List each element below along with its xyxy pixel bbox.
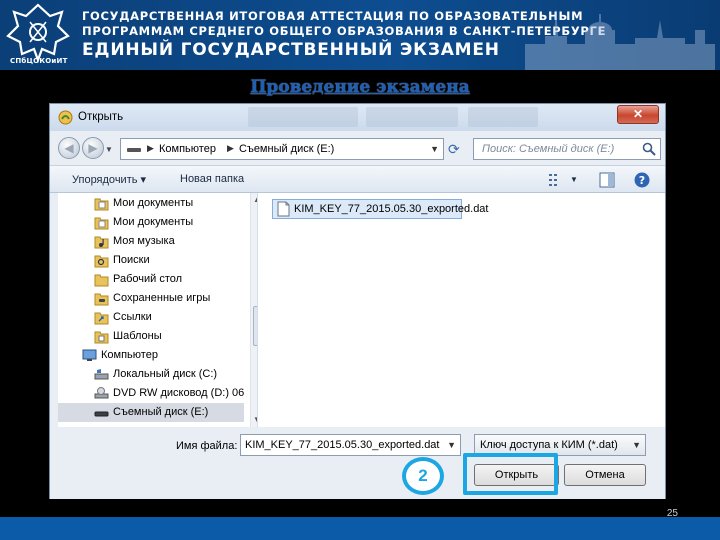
organize-button[interactable]: Упорядочить ▾ [72, 173, 146, 186]
navigation-scrollbar[interactable]: ▲ ▼ [250, 193, 257, 427]
folder-games-icon [94, 293, 109, 306]
new-folder-button[interactable]: Новая папка [180, 173, 244, 185]
tree-item-my-documents[interactable]: Мои документы [58, 194, 244, 213]
tree-item-local-disk-c[interactable]: Локальный диск (C:) [58, 365, 244, 384]
refresh-icon[interactable]: ⟳ [448, 141, 460, 158]
recent-pages-dropdown[interactable]: ▼ [105, 145, 113, 154]
dialog-titlebar[interactable]: Открыть ✕ [50, 104, 665, 131]
header-title: ЕДИНЫЙ ГОСУДАРСТВЕННЫЙ ЭКЗАМЕН [82, 40, 500, 60]
help-icon[interactable]: ? [633, 171, 651, 189]
tree-item-label: Шаблоны [113, 330, 162, 342]
forward-button[interactable]: ▶ [82, 137, 104, 159]
tree-item-searches[interactable]: Поиски [58, 251, 244, 270]
tree-item-label: Сохраненные игры [113, 292, 211, 304]
tree-item-label: Ссылки [113, 311, 152, 323]
computer-icon [82, 349, 97, 361]
back-button[interactable]: ◀ [58, 137, 80, 159]
tree-item-my-music[interactable]: Моя музыка [58, 232, 244, 251]
footer-bar [0, 517, 720, 540]
dvd-drive-icon [94, 387, 109, 399]
tree-item-label: DVD RW дисковод (D:) 060 [113, 387, 244, 399]
tree-item-dvd-drive-d[interactable]: DVD RW дисковод (D:) 060 [58, 384, 244, 403]
dialog-toolbar: Упорядочить ▾ Новая папка ▼ ? [50, 165, 665, 193]
tree-item-label: Локальный диск (C:) [113, 368, 218, 380]
logo-text: СПбЦОКОиИТ [10, 57, 68, 65]
svg-text:?: ? [639, 174, 645, 187]
tree-item-label: Мои документы [113, 197, 194, 209]
file-type-dropdown-icon[interactable]: ▼ [632, 440, 641, 450]
breadcrumb-separator-icon[interactable]: ▶ [147, 143, 154, 154]
breadcrumb-separator-icon[interactable]: ▶ [227, 143, 234, 154]
folder-icon [94, 274, 109, 287]
filename-value: KIM_KEY_77_2015.05.30_exported.dat [245, 439, 440, 451]
page-number: 25 [666, 508, 678, 519]
header-banner: СПбЦОКОиИТ ГОСУДАРСТВЕННАЯ ИТОГОВАЯ АТТЕ… [0, 0, 720, 70]
address-dropdown-icon[interactable]: ▼ [430, 144, 439, 154]
filename-label: Имя файла: [176, 440, 238, 452]
view-options-icon[interactable] [547, 171, 565, 189]
header-line-1: ГОСУДАРСТВЕННАЯ ИТОГОВАЯ АТТЕСТАЦИЯ ПО О… [82, 9, 584, 23]
navigation-pane: Мои документы Мои документы Моя музыка П… [58, 193, 258, 427]
dialog-title: Открыть [78, 111, 124, 123]
hard-drive-icon [94, 369, 109, 380]
open-button-highlight [463, 453, 558, 495]
breadcrumb-computer[interactable]: Компьютер [159, 143, 216, 155]
tree-item-my-documents[interactable]: Мои документы [58, 213, 244, 232]
file-name: KIM_KEY_77_2015.05.30_exported.dat [294, 203, 489, 215]
folder-links-icon [94, 312, 109, 325]
address-bar[interactable]: ▶ Компьютер ▶ Съемный диск (E:) ▼ [120, 138, 444, 160]
navigation-row: ◀ ▶ ▼ ▶ Компьютер ▶ Съемный диск (E:) ▼ … [50, 131, 665, 165]
tree-item-desktop[interactable]: Рабочий стол [58, 270, 244, 289]
city-skyline-image [525, 8, 715, 70]
close-button[interactable]: ✕ [617, 105, 659, 124]
folder-music-icon [94, 236, 109, 249]
tree-item-removable-disk-e[interactable]: Съемный диск (E:) [58, 403, 244, 422]
step-number-badge: 2 [402, 457, 444, 495]
file-icon [277, 201, 290, 217]
search-input[interactable]: Поиск: Съемный диск (E:) [482, 143, 614, 155]
drive-icon [127, 148, 141, 152]
slide-title: Проведение экзамена [250, 77, 470, 97]
folder-doc-icon [94, 217, 109, 230]
organize-label: Упорядочить [72, 174, 138, 186]
file-list-pane: KIM_KEY_77_2015.05.30_exported.dat [258, 193, 665, 427]
tree-item-templates[interactable]: Шаблоны [58, 327, 244, 346]
filename-input[interactable]: KIM_KEY_77_2015.05.30_exported.dat ▼ [240, 434, 461, 456]
background-window-ghost [468, 107, 538, 127]
tree-item-label: Мои документы [113, 216, 194, 228]
dialog-bottom-bar: Имя файла: KIM_KEY_77_2015.05.30_exporte… [50, 427, 665, 499]
background-window-ghost [366, 107, 458, 127]
background-window-ghost [248, 107, 358, 127]
removable-drive-icon [94, 411, 109, 417]
filename-dropdown-icon[interactable]: ▼ [447, 440, 456, 450]
tree-item-computer[interactable]: Компьютер [58, 346, 244, 365]
tree-item-label: Поиски [113, 254, 150, 266]
folder-doc-icon [94, 198, 109, 211]
app-icon [58, 110, 73, 125]
breadcrumb-removable-disk[interactable]: Съемный диск (E:) [239, 143, 334, 155]
open-file-dialog: Открыть ✕ ◀ ▶ ▼ ▶ Компьютер ▶ Съемный ди… [49, 103, 666, 499]
cancel-button[interactable]: Отмена [564, 464, 646, 486]
file-item[interactable]: KIM_KEY_77_2015.05.30_exported.dat [272, 199, 488, 219]
preview-pane-icon[interactable] [598, 171, 616, 189]
tree-item-label: Съемный диск (E:) [113, 406, 209, 418]
tree-item-saved-games[interactable]: Сохраненные игры [58, 289, 244, 308]
search-icon[interactable] [642, 142, 656, 156]
tree-item-links[interactable]: Ссылки [58, 308, 244, 327]
view-dropdown-icon[interactable]: ▼ [570, 175, 578, 184]
search-box[interactable]: Поиск: Съемный диск (E:) [473, 138, 661, 160]
file-type-value: Ключ доступа к КИМ (*.dat) [480, 439, 618, 451]
folder-templates-icon [94, 331, 109, 344]
tree-item-label: Компьютер [101, 349, 158, 361]
tree-item-label: Рабочий стол [113, 273, 183, 285]
tree-item-label: Моя музыка [113, 235, 175, 247]
folder-search-icon [94, 255, 109, 268]
